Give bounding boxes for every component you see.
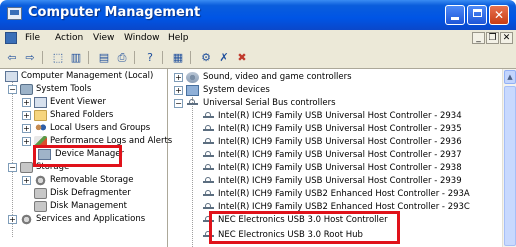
usb-icon bbox=[202, 202, 215, 213]
usb-icon bbox=[202, 150, 215, 161]
computer-management-icon bbox=[7, 7, 22, 20]
help-button[interactable]: ? bbox=[142, 50, 158, 65]
toolbar-separator bbox=[42, 51, 43, 64]
properties-button[interactable]: ▤ bbox=[96, 50, 112, 65]
console-tree: Computer Management (Local) − System Too… bbox=[4, 69, 172, 247]
usb-icon bbox=[202, 137, 215, 148]
expand-icon[interactable]: + bbox=[174, 86, 183, 95]
sound-icon bbox=[186, 72, 199, 83]
usb-icon bbox=[202, 163, 215, 174]
usb-icon bbox=[202, 124, 215, 135]
toolbar-separator bbox=[190, 51, 191, 64]
tree-line bbox=[192, 97, 193, 247]
removable-storage-icon bbox=[34, 175, 47, 186]
menu-file[interactable]: File bbox=[25, 33, 40, 43]
usb-icon bbox=[202, 176, 215, 187]
expand-icon[interactable]: + bbox=[22, 98, 31, 107]
device-tree: + Sound, video and game controllers + Sy… bbox=[172, 69, 502, 247]
print-button[interactable]: ⎙ bbox=[114, 50, 130, 65]
computer-icon bbox=[5, 71, 18, 82]
collapse-icon[interactable]: − bbox=[8, 85, 17, 94]
maximize-icon bbox=[472, 9, 482, 17]
toolbar: ⇦ ⇨ ⬚ ▥ ▤ ⎙ ? ▦ ⚙ ✗ ✖ bbox=[0, 48, 516, 69]
mdi-close-button[interactable]: ✕ bbox=[500, 32, 513, 44]
vertical-scrollbar[interactable]: ▲ bbox=[502, 69, 516, 247]
maximize-button[interactable] bbox=[467, 5, 487, 25]
mdi-restore-button[interactable]: ❐ bbox=[486, 32, 499, 44]
scroll-up-button[interactable]: ▲ bbox=[504, 70, 516, 84]
performance-icon bbox=[34, 136, 47, 147]
tree-line bbox=[12, 82, 13, 237]
scan-hardware-button[interactable]: ▦ bbox=[170, 50, 186, 65]
defragmenter-icon bbox=[34, 188, 47, 199]
collapse-icon[interactable]: − bbox=[8, 163, 17, 172]
window-title: Computer Management bbox=[28, 5, 201, 20]
users-icon bbox=[34, 123, 47, 134]
menu-bar: File Action View Window Help _ ❐ ✕ bbox=[0, 30, 516, 49]
usb-icon bbox=[202, 230, 215, 241]
menu-action[interactable]: Action bbox=[55, 33, 83, 43]
up-one-level-button[interactable]: ⬚ bbox=[50, 50, 66, 65]
menu-help[interactable]: Help bbox=[168, 33, 189, 43]
scroll-thumb[interactable] bbox=[504, 86, 516, 246]
disable-button[interactable]: ✖ bbox=[234, 50, 250, 65]
expand-icon[interactable]: + bbox=[22, 124, 31, 133]
close-button[interactable]: ✕ bbox=[489, 5, 509, 25]
usb-icon bbox=[202, 215, 215, 226]
usb-icon bbox=[186, 98, 199, 109]
expand-icon[interactable]: + bbox=[174, 73, 183, 82]
expand-icon[interactable]: + bbox=[22, 111, 31, 120]
shared-folder-icon bbox=[34, 110, 47, 121]
expand-icon[interactable]: + bbox=[22, 137, 31, 146]
toolbox-icon bbox=[20, 84, 33, 95]
title-bar: Computer Management ✕ bbox=[0, 0, 516, 30]
back-button[interactable]: ⇦ bbox=[4, 50, 20, 65]
device-manager-icon bbox=[38, 149, 51, 160]
usb-icon bbox=[202, 111, 215, 122]
minimize-button[interactable] bbox=[445, 5, 465, 25]
services-icon bbox=[20, 214, 33, 225]
toolbar-separator bbox=[134, 51, 135, 64]
uninstall-button[interactable]: ✗ bbox=[216, 50, 232, 65]
forward-button[interactable]: ⇨ bbox=[22, 50, 38, 65]
menu-window[interactable]: Window bbox=[124, 33, 160, 43]
usb-icon bbox=[202, 189, 215, 200]
system-devices-icon bbox=[186, 85, 199, 96]
minimize-icon bbox=[451, 17, 459, 20]
menu-view[interactable]: View bbox=[93, 33, 114, 43]
storage-icon bbox=[20, 162, 33, 173]
mdi-minimize-button[interactable]: _ bbox=[472, 32, 485, 44]
toolbar-separator bbox=[88, 51, 89, 64]
toolbar-separator bbox=[162, 51, 163, 64]
expand-icon[interactable]: + bbox=[8, 215, 17, 224]
expand-icon[interactable]: + bbox=[22, 176, 31, 185]
collapse-icon[interactable]: − bbox=[174, 99, 183, 108]
show-hide-tree-button[interactable]: ▥ bbox=[68, 50, 84, 65]
update-driver-button[interactable]: ⚙ bbox=[198, 50, 214, 65]
disk-management-icon bbox=[34, 201, 47, 212]
document-window-icon[interactable] bbox=[5, 32, 17, 44]
event-viewer-icon bbox=[34, 97, 47, 108]
